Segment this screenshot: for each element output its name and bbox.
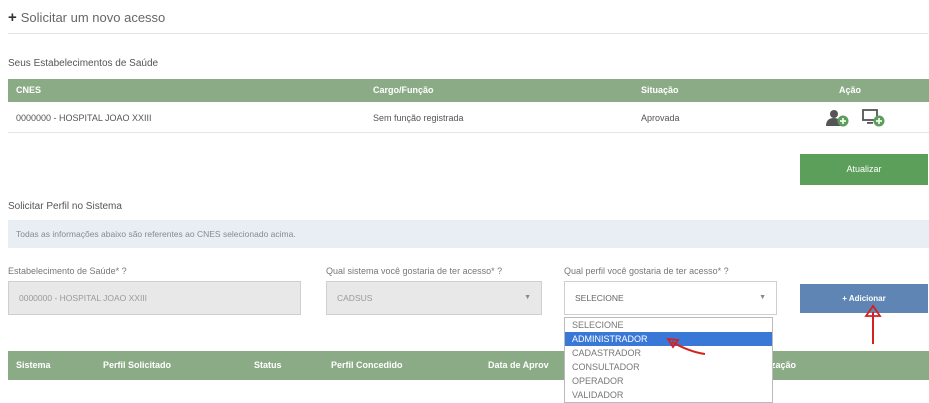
col-data-aprov: Data de Aprov: [488, 360, 549, 370]
new-access-label: Solicitar um novo acesso: [20, 10, 166, 25]
system-select[interactable]: CADSUS ▼: [326, 281, 542, 315]
info-notice: Todas as informações abaixo são referent…: [8, 220, 929, 248]
profile-label: Qual perfil você gostaria de ter acesso*…: [564, 266, 729, 276]
chevron-down-icon: ▼: [524, 294, 531, 301]
requests-table-header: Sistema Perfil Solicitado Status Perfil …: [8, 351, 929, 380]
col-perfil-concedido: Perfil Concedido: [331, 360, 403, 370]
profile-value: SELECIONE: [575, 293, 624, 303]
col-sistema: Sistema: [16, 360, 51, 370]
col-cnes: CNES: [16, 85, 42, 95]
option-consultador[interactable]: CONSULTADOR: [565, 360, 772, 374]
plus-icon: +: [8, 9, 17, 26]
row-cnes: 0000000 - HOSPITAL JOAO XXIII: [16, 113, 152, 123]
system-value: CADSUS: [337, 293, 373, 303]
col-status: Status: [254, 360, 282, 370]
establishment-field[interactable]: 0000000 - HOSPITAL JOAO XXIII: [8, 281, 301, 315]
update-button[interactable]: Atualizar: [800, 154, 928, 185]
establishment-value: 0000000 - HOSPITAL JOAO XXIII: [19, 293, 148, 303]
new-access-link[interactable]: + Solicitar um novo acesso: [8, 9, 165, 26]
table-row[interactable]: 0000000 - HOSPITAL JOAO XXIII Sem função…: [8, 104, 929, 132]
row-cargo: Sem função registrada: [373, 113, 464, 123]
establishments-title: Seus Estabelecimentos de Saúde: [8, 58, 159, 69]
add-user-icon[interactable]: [826, 109, 850, 127]
row-divider: [8, 132, 929, 133]
col-acao: Ação: [839, 85, 862, 95]
col-cargo: Cargo/Função: [373, 85, 434, 95]
col-perfil-solicitado: Perfil Solicitado: [103, 360, 172, 370]
add-system-icon[interactable]: [862, 109, 886, 127]
system-label: Qual sistema você gostaria de ter acesso…: [326, 266, 503, 276]
chevron-down-icon: ▼: [759, 294, 766, 301]
annotation-up-arrow-icon: [864, 304, 882, 344]
option-operador[interactable]: OPERADOR: [565, 374, 772, 388]
annotation-arrow-icon: [666, 337, 706, 355]
establishment-label: Estabelecimento de Saúde* ?: [8, 266, 127, 276]
divider: [8, 33, 928, 34]
profile-select[interactable]: SELECIONE ▼: [564, 281, 777, 315]
establishments-table-header: CNES Cargo/Função Situação Ação: [8, 79, 929, 102]
option-validador[interactable]: VALIDADOR: [565, 388, 772, 402]
profile-request-title: Solicitar Perfil no Sistema: [8, 201, 122, 212]
col-situacao: Situação: [641, 85, 679, 95]
row-situacao: Aprovada: [641, 113, 680, 123]
